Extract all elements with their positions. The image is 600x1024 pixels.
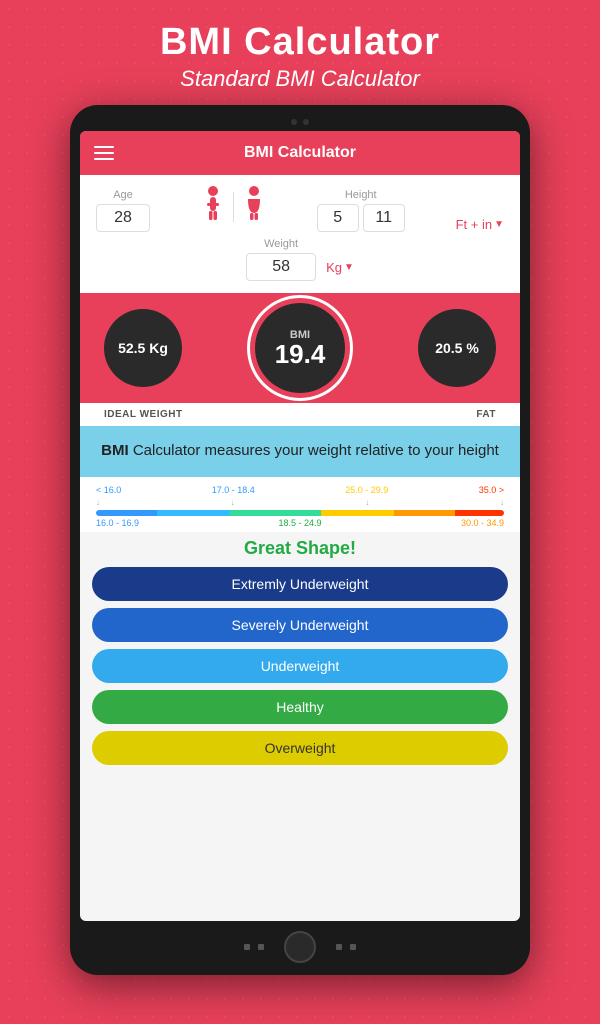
weight-unit-selector[interactable]: Kg ▼ xyxy=(326,260,354,281)
fat-circle: 20.5 % xyxy=(418,309,496,387)
weight-label: Weight xyxy=(264,238,298,250)
scale-seg-4 xyxy=(321,510,394,516)
category-underweight[interactable]: Underweight xyxy=(92,649,508,683)
scale-range-2: 18.5 - 24.9 xyxy=(278,518,321,528)
scale-numbers-top: < 16.0 17.0 - 18.4 25.0 - 29.9 35.0 > xyxy=(96,485,504,495)
scale-seg-3 xyxy=(230,510,321,516)
weight-row: Weight Kg ▼ xyxy=(96,238,504,281)
nav-dots-left xyxy=(244,944,264,950)
header-section: BMI Calculator Standard BMI Calculator xyxy=(0,0,600,102)
camera-dot xyxy=(291,119,297,125)
great-shape: Great Shape! xyxy=(80,538,520,559)
cat-label-2: Underweight xyxy=(261,658,340,674)
fat-label: FAT xyxy=(476,409,496,420)
height-group: Height xyxy=(317,189,405,232)
camera-dot-2 xyxy=(303,119,309,125)
info-rest: Calculator measures your weight relative… xyxy=(129,442,499,459)
home-button[interactable] xyxy=(284,931,316,963)
tablet-bottom-nav xyxy=(80,931,520,963)
weight-unit-chevron: ▼ xyxy=(344,262,354,273)
app-topbar: BMI Calculator xyxy=(80,131,520,175)
arrow-3: ↓ xyxy=(365,498,369,507)
scale-ranges-bottom: 16.0 - 16.9 18.5 - 24.9 30.0 - 34.9 xyxy=(96,518,504,528)
height-inputs xyxy=(317,204,405,232)
ideal-weight-circle: 52.5 Kg xyxy=(104,309,182,387)
topbar-title: BMI Calculator xyxy=(114,144,486,162)
info-bold: BMI xyxy=(101,442,129,459)
height-in-input[interactable] xyxy=(363,204,405,232)
scale-num-2: 17.0 - 18.4 xyxy=(212,485,255,495)
ideal-weight-label: IDEAL WEIGHT xyxy=(104,409,183,420)
gender-icons xyxy=(201,185,266,232)
scale-range-3: 30.0 - 34.9 xyxy=(461,518,504,528)
category-overweight[interactable]: Overweight xyxy=(92,731,508,765)
scale-seg-5 xyxy=(394,510,455,516)
cat-label-4: Overweight xyxy=(265,740,336,756)
category-extremely-underweight[interactable]: Extremly Underweight xyxy=(92,567,508,601)
info-banner: BMI Calculator measures your weight rela… xyxy=(80,426,520,477)
scale-num-1: < 16.0 xyxy=(96,485,121,495)
age-group: Age xyxy=(96,189,150,232)
subtitle: Standard BMI Calculator xyxy=(20,66,580,92)
arrow-4: ↓ xyxy=(500,498,504,507)
female-icon[interactable] xyxy=(242,185,266,228)
tablet-screen: BMI Calculator Age xyxy=(80,131,520,921)
height-unit-chevron: ▼ xyxy=(494,219,504,230)
inputs-row-top: Age xyxy=(96,185,504,232)
age-label: Age xyxy=(113,189,133,201)
ideal-weight-value: 52.5 Kg xyxy=(118,340,168,356)
height-ft-input[interactable] xyxy=(317,204,359,232)
bmi-circle: BMI 19.4 xyxy=(255,303,345,393)
scale-seg-1 xyxy=(96,510,157,516)
nav-dots-right xyxy=(336,944,356,950)
scale-num-4: 35.0 > xyxy=(479,485,504,495)
categories-list: Extremly Underweight Severely Underweigh… xyxy=(80,567,520,773)
scale-bar xyxy=(96,510,504,516)
hamburger-line-3 xyxy=(94,158,114,160)
weight-input[interactable] xyxy=(246,253,316,281)
bmi-scale: < 16.0 17.0 - 18.4 25.0 - 29.9 35.0 > ↓ … xyxy=(80,477,520,532)
result-labels: IDEAL WEIGHT FAT xyxy=(80,403,520,426)
scale-seg-2 xyxy=(157,510,230,516)
main-title: BMI Calculator xyxy=(20,22,580,64)
bmi-value: 19.4 xyxy=(275,341,326,367)
male-icon[interactable] xyxy=(201,185,225,228)
tablet-camera xyxy=(80,119,520,125)
height-unit-selector[interactable]: Ft + in ▼ xyxy=(456,217,504,232)
cat-label-0: Extremly Underweight xyxy=(232,576,369,592)
age-input[interactable] xyxy=(96,204,150,232)
bmi-label: BMI xyxy=(290,329,310,341)
scale-range-1: 16.0 - 16.9 xyxy=(96,518,139,528)
cat-label-1: Severely Underweight xyxy=(232,617,369,633)
tablet-frame: BMI Calculator Age xyxy=(70,105,530,975)
weight-unit-label: Kg xyxy=(326,260,342,275)
nav-dot-2 xyxy=(258,944,264,950)
nav-dot-4 xyxy=(350,944,356,950)
cat-label-3: Healthy xyxy=(276,699,323,715)
inputs-section: Age xyxy=(80,175,520,293)
scale-seg-6 xyxy=(455,510,504,516)
category-healthy[interactable]: Healthy xyxy=(92,690,508,724)
nav-dot-1 xyxy=(244,944,250,950)
hamburger-line-1 xyxy=(94,146,114,148)
scale-num-3: 25.0 - 29.9 xyxy=(345,485,388,495)
menu-button[interactable] xyxy=(94,146,114,160)
weight-group: Weight xyxy=(246,238,316,281)
height-unit-label: Ft + in xyxy=(456,217,493,232)
category-severely-underweight[interactable]: Severely Underweight xyxy=(92,608,508,642)
arrow-1: ↓ xyxy=(96,498,100,507)
hamburger-line-2 xyxy=(94,152,114,154)
height-label: Height xyxy=(345,189,377,201)
bmi-band: 52.5 Kg BMI 19.4 20.5 % xyxy=(80,293,520,403)
nav-dot-3 xyxy=(336,944,342,950)
fat-value: 20.5 % xyxy=(435,340,479,356)
gender-divider xyxy=(233,192,234,222)
arrow-2: ↓ xyxy=(231,498,235,507)
